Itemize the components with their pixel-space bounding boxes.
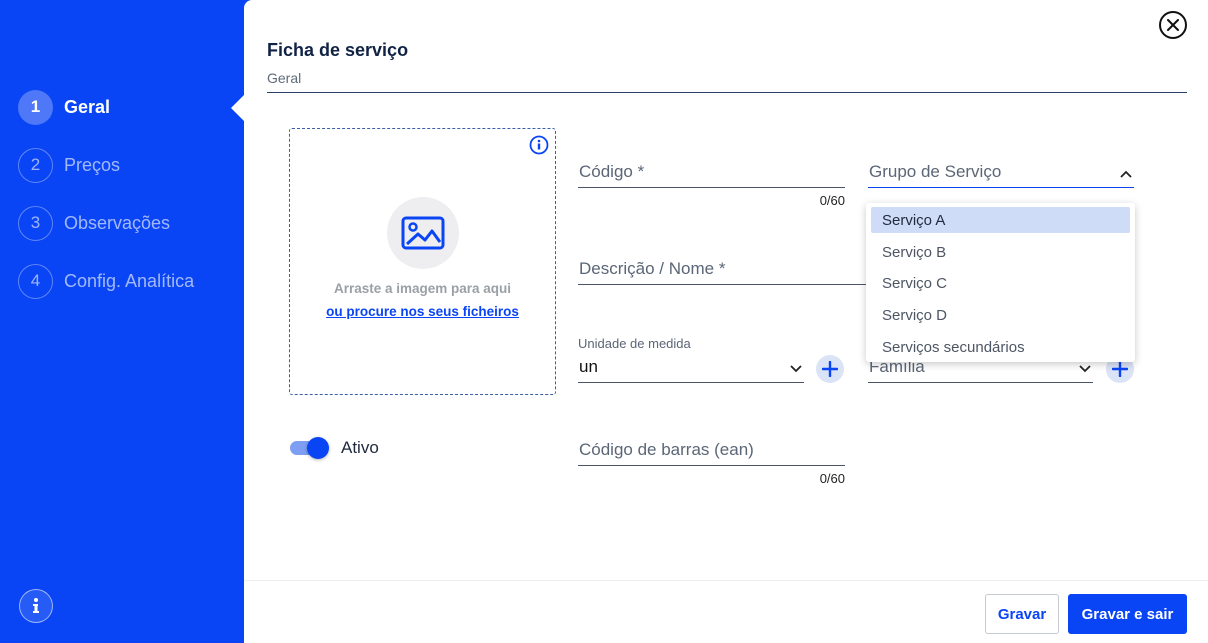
descricao-input[interactable]: Descrição / Nome * (578, 255, 868, 285)
step-label: Observações (64, 212, 171, 233)
dropdown-option[interactable]: Serviço D (871, 302, 1130, 328)
info-icon[interactable] (19, 589, 53, 623)
page-title: Ficha de serviço (267, 40, 409, 60)
chevron-down-icon (790, 365, 802, 373)
image-icon (401, 216, 445, 250)
drag-instruction: Arraste a imagem para aqui (333, 281, 512, 296)
ativo-toggle[interactable] (289, 436, 331, 460)
dropdown-option[interactable]: Serviço A (871, 207, 1130, 233)
codigo-input[interactable]: Código * (578, 158, 845, 188)
footer-bar (244, 580, 1208, 643)
step-label: Preços (64, 154, 121, 175)
dropdown-option[interactable]: Serviço C (871, 270, 1130, 296)
add-unidade-button[interactable] (816, 355, 844, 383)
toggle-knob (307, 437, 329, 459)
step-number: 3 (18, 205, 53, 241)
info-icon[interactable] (529, 135, 549, 155)
save-exit-button[interactable]: Gravar e sair (1068, 594, 1187, 634)
close-icon (1167, 19, 1179, 31)
chevron-down-icon (1079, 365, 1091, 373)
step-number: 1 (18, 89, 53, 125)
step-label: Config. Analítica (64, 270, 195, 291)
step-number: 4 (18, 263, 53, 299)
unidade-label: Unidade de medida (578, 336, 691, 351)
section-subtitle: Geral (267, 70, 302, 86)
unidade-select[interactable]: un (578, 353, 804, 383)
chevron-up-icon (1120, 170, 1132, 178)
step-config-analitica[interactable]: 4 Config. Analítica (18, 263, 194, 299)
plus-icon (1112, 361, 1128, 377)
barras-placeholder: Código de barras (ean) (579, 440, 754, 459)
image-placeholder (387, 197, 459, 269)
codigo-placeholder: Código * (579, 162, 645, 181)
grupo-servico-select[interactable]: Grupo de Serviço (868, 158, 1134, 188)
title-divider (267, 92, 1187, 93)
descricao-placeholder: Descrição / Nome * (579, 259, 726, 278)
codigo-barras-input[interactable]: Código de barras (ean) (578, 436, 845, 466)
sidebar: 1 Geral 2 Preços 3 Observações 4 Config.… (0, 0, 244, 643)
step-precos[interactable]: 2 Preços (18, 147, 120, 183)
browse-files-link[interactable]: ou procure nos seus ficheiros (289, 304, 556, 319)
grupo-placeholder: Grupo de Serviço (869, 162, 1002, 181)
active-step-pointer (231, 95, 244, 121)
save-button[interactable]: Gravar (985, 594, 1059, 634)
step-observacoes[interactable]: 3 Observações (18, 205, 170, 241)
plus-icon (822, 361, 838, 377)
dropdown-option[interactable]: Serviços secundários (871, 334, 1130, 360)
close-button[interactable] (1159, 11, 1187, 39)
step-geral[interactable]: 1 Geral (18, 89, 110, 125)
grupo-servico-dropdown: Serviço A Serviço B Serviço C Serviço D … (866, 203, 1135, 362)
barras-counter: 0/60 (819, 471, 845, 486)
dropdown-option[interactable]: Serviço B (871, 239, 1130, 265)
step-number: 2 (18, 147, 53, 183)
step-label: Geral (64, 96, 111, 117)
ativo-label: Ativo (341, 438, 379, 457)
unidade-value: un (579, 357, 598, 376)
codigo-counter: 0/60 (819, 193, 845, 208)
